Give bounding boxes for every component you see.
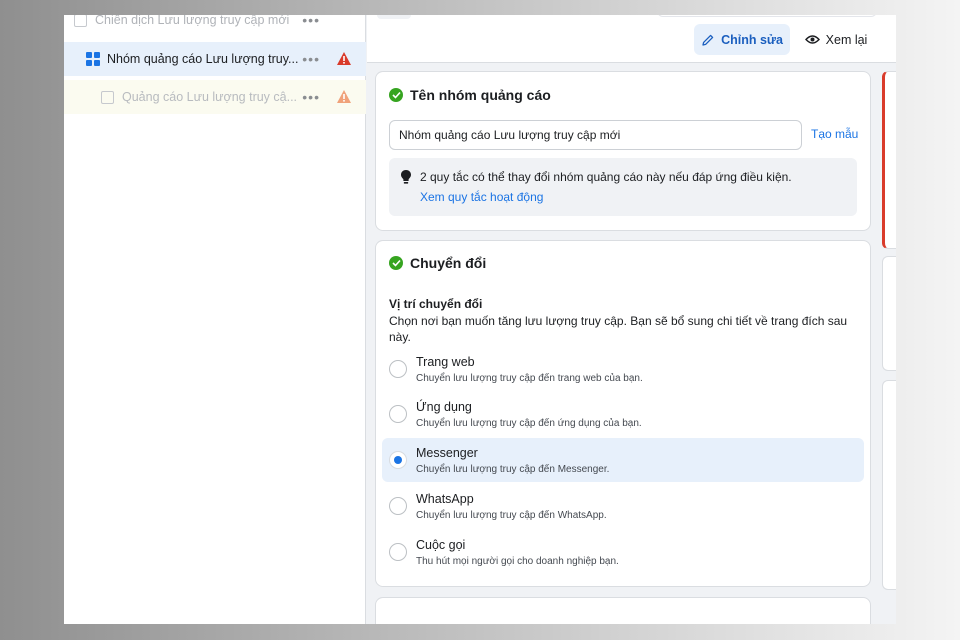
edit-button[interactable]: Chỉnh sửa xyxy=(694,24,790,55)
ads-manager-window: Chiến dịch Lưu lượng truy cập mới ••• Nh… xyxy=(64,15,896,624)
error-warning-icon xyxy=(337,52,351,65)
card-title: Tên nhóm quảng cáo xyxy=(410,87,551,103)
option-title: Trang web xyxy=(416,355,475,369)
eye-icon xyxy=(804,35,820,44)
option-calls[interactable]: Cuộc gọi Thu hút mọi người gọi cho doanh… xyxy=(382,530,864,574)
lightbulb-icon xyxy=(401,170,411,184)
radio-button-selected[interactable] xyxy=(389,451,407,469)
option-messenger[interactable]: Messenger Chuyển lưu lượng truy cập đến … xyxy=(382,438,864,482)
next-section-card xyxy=(375,597,871,624)
tree-item-label: Chiến dịch Lưu lượng truy cập mới xyxy=(95,15,290,27)
conversion-location-description: Chọn nơi bạn muốn tăng lưu lượng truy cậ… xyxy=(389,314,848,344)
radio-button[interactable] xyxy=(389,543,407,561)
more-options-icon[interactable]: ••• xyxy=(302,89,320,105)
review-button-label: Xem lại xyxy=(825,32,868,47)
campaign-tree-panel: Chiến dịch Lưu lượng truy cập mới ••• Nh… xyxy=(64,15,366,624)
pencil-icon xyxy=(702,34,714,46)
tree-item-label: Quảng cáo Lưu lượng truy cậ... xyxy=(122,90,298,104)
radio-button[interactable] xyxy=(389,405,407,423)
adset-grid-icon xyxy=(86,52,100,66)
toolbar-fragment xyxy=(657,15,877,17)
error-summary-panel xyxy=(882,71,896,249)
edit-button-label: Chỉnh sửa xyxy=(721,32,783,47)
option-title: Messenger xyxy=(416,446,478,460)
checkmark-circle-icon xyxy=(389,256,403,270)
checkmark-circle-icon xyxy=(389,88,403,102)
tree-item-campaign[interactable]: Chiến dịch Lưu lượng truy cập mới ••• xyxy=(64,15,366,37)
option-description: Chuyển lưu lượng truy cập đến trang web … xyxy=(416,373,643,384)
option-title: Cuộc gọi xyxy=(416,538,466,552)
radio-button[interactable] xyxy=(389,360,407,378)
option-title: WhatsApp xyxy=(416,492,474,506)
option-description: Thu hút mọi người gọi cho doanh nghiệp b… xyxy=(416,556,619,567)
adset-name-card-header: Tên nhóm quảng cáo xyxy=(389,87,551,103)
view-active-rules-link[interactable]: Xem quy tắc hoạt động xyxy=(420,190,543,204)
ad-page-icon xyxy=(101,90,114,104)
more-options-icon[interactable]: ••• xyxy=(302,51,320,67)
create-template-link[interactable]: Tạo mẫu xyxy=(811,127,858,141)
campaign-checkbox-icon xyxy=(74,15,87,27)
option-title: Ứng dụng xyxy=(416,400,472,414)
option-description: Chuyển lưu lượng truy cập đến ứng dụng c… xyxy=(416,418,642,429)
review-button[interactable]: Xem lại xyxy=(801,24,871,55)
adset-name-input[interactable] xyxy=(389,120,802,150)
option-website[interactable]: Trang web Chuyển lưu lượng truy cập đến … xyxy=(382,347,864,391)
radio-button[interactable] xyxy=(389,497,407,515)
editor-toolbar: Chỉnh sửa Xem lại xyxy=(367,15,896,63)
toolbar-fragment xyxy=(377,15,411,19)
option-description: Chuyển lưu lượng truy cập đến Messenger. xyxy=(416,464,610,475)
warning-icon xyxy=(337,90,351,103)
conversion-card: Chuyển đổi Vị trí chuyển đổi Chọn nơi bạ… xyxy=(375,240,871,587)
side-panel xyxy=(882,380,896,590)
tree-item-adset[interactable]: Nhóm quảng cáo Lưu lượng truy... ••• xyxy=(64,42,366,76)
tree-item-label: Nhóm quảng cáo Lưu lượng truy... xyxy=(107,52,299,66)
tree-item-ad[interactable]: Quảng cáo Lưu lượng truy cậ... ••• xyxy=(64,80,366,114)
conversion-location-label: Vị trí chuyển đổi xyxy=(389,297,483,311)
side-panel xyxy=(882,256,896,371)
option-app[interactable]: Ứng dụng Chuyển lưu lượng truy cập đến ứ… xyxy=(382,392,864,436)
option-whatsapp[interactable]: WhatsApp Chuyển lưu lượng truy cập đến W… xyxy=(382,484,864,528)
card-title: Chuyển đổi xyxy=(410,255,487,271)
adset-name-card: Tên nhóm quảng cáo Tạo mẫu 2 quy tắc có … xyxy=(375,71,871,231)
rules-notice: 2 quy tắc có thể thay đổi nhóm quảng cáo… xyxy=(389,158,857,216)
option-description: Chuyển lưu lượng truy cập đến WhatsApp. xyxy=(416,510,607,521)
more-options-icon[interactable]: ••• xyxy=(302,15,320,28)
rules-notice-text: 2 quy tắc có thể thay đổi nhóm quảng cáo… xyxy=(420,170,792,184)
conversion-card-header: Chuyển đổi xyxy=(389,255,486,271)
